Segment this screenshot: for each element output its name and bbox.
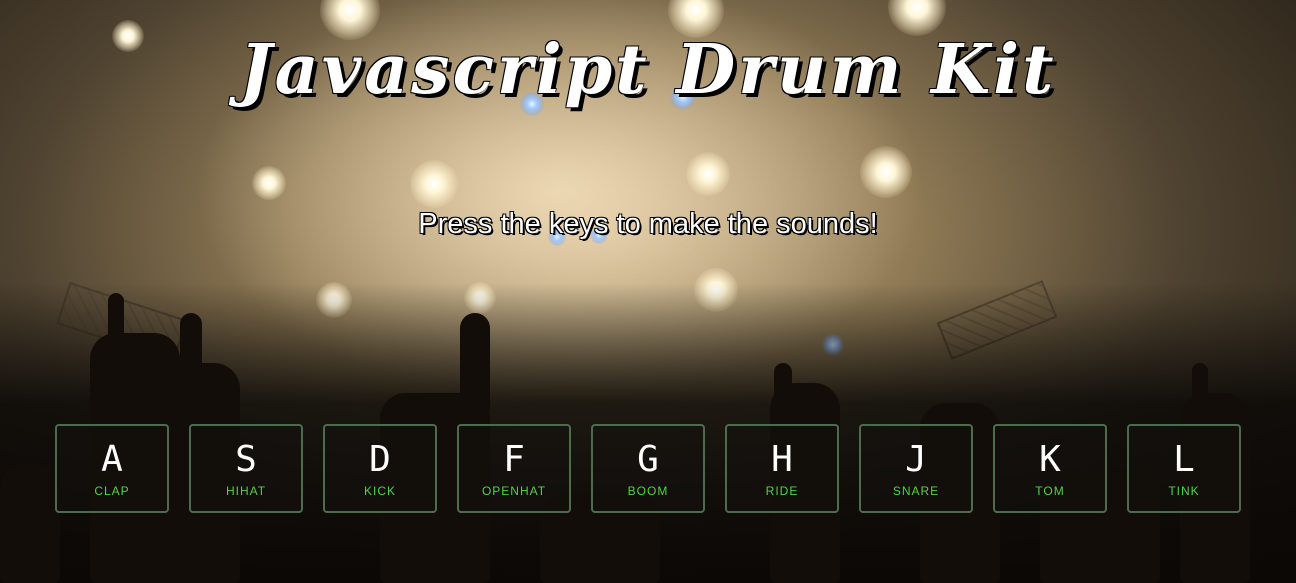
drum-key-d[interactable]: D KICK xyxy=(323,424,437,513)
drum-key-l[interactable]: L TINK xyxy=(1127,424,1241,513)
key-letter: L xyxy=(1173,439,1195,480)
drum-key-j[interactable]: J SNARE xyxy=(859,424,973,513)
crowd-hand xyxy=(774,363,792,403)
key-sound-label: TINK xyxy=(1168,484,1200,498)
drum-key-a[interactable]: A CLAP xyxy=(55,424,169,513)
key-letter: G xyxy=(637,439,659,480)
key-sound-label: TOM xyxy=(1035,484,1065,498)
drum-key-k[interactable]: K TOM xyxy=(993,424,1107,513)
key-sound-label: HIHAT xyxy=(225,484,267,498)
drum-key-h[interactable]: H RIDE xyxy=(725,424,839,513)
drum-key-f[interactable]: F OPENHAT xyxy=(457,424,571,513)
key-sound-label: KICK xyxy=(363,484,396,498)
stage-light xyxy=(252,166,286,200)
drum-key-g[interactable]: G BOOM xyxy=(591,424,705,513)
crowd-hand xyxy=(1192,363,1208,413)
crowd-hand xyxy=(460,313,490,413)
crowd-hand xyxy=(180,313,202,383)
key-sound-label: BOOM xyxy=(627,484,669,498)
key-letter: S xyxy=(235,439,257,480)
stage-light xyxy=(860,146,912,198)
page-title: Javascript Drum Kit xyxy=(239,30,1057,110)
crowd-hand xyxy=(108,293,124,353)
stage-light xyxy=(686,152,730,196)
key-sound-label: OPENHAT xyxy=(481,484,547,498)
key-sound-label: CLAP xyxy=(94,484,130,498)
key-letter: H xyxy=(771,439,793,480)
key-sound-label: SNARE xyxy=(892,484,940,498)
key-letter: F xyxy=(503,439,525,480)
page-subtitle: Press the keys to make the sounds! xyxy=(418,208,878,240)
key-letter: A xyxy=(101,439,123,480)
key-sound-label: RIDE xyxy=(765,484,799,498)
key-letter: K xyxy=(1039,439,1061,480)
drum-key-s[interactable]: S HIHAT xyxy=(189,424,303,513)
drum-keys: A CLAP S HIHAT D KICK F OPENHAT G BOOM H… xyxy=(55,424,1241,513)
stage-light xyxy=(410,160,458,208)
key-letter: J xyxy=(905,439,927,480)
key-letter: D xyxy=(369,439,391,480)
crowd-hand xyxy=(0,463,60,583)
